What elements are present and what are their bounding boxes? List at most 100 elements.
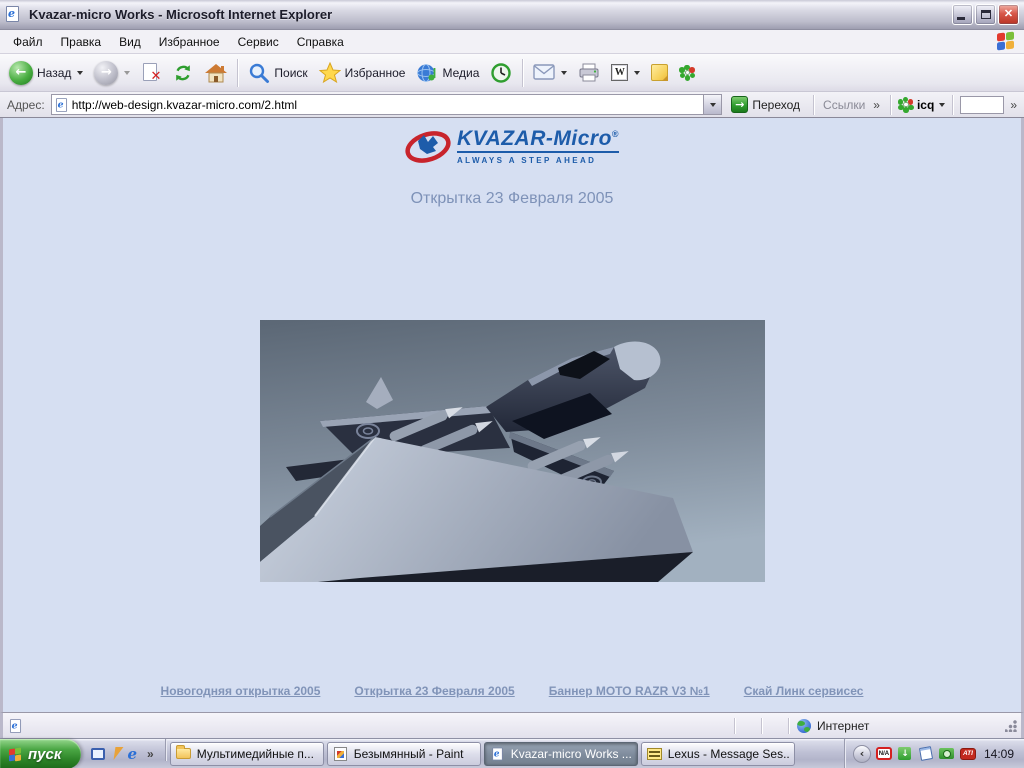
stop-button[interactable]: ✕ [136, 59, 166, 87]
paint-icon [333, 746, 349, 762]
address-url[interactable]: http://web-design.kvazar-micro.com/2.htm… [72, 98, 700, 112]
start-label: пуск [28, 745, 62, 763]
edit-with-word-button[interactable]: W [606, 61, 645, 84]
forward-dropdown-icon[interactable] [124, 70, 131, 75]
page-content: KVAZAR-Micro® ALWAYS A STEP AHEAD Открыт… [0, 118, 1024, 712]
logo-wordmark: KVAZAR-Micro® [456, 128, 620, 153]
minimize-button[interactable] [952, 4, 973, 25]
windows-flag-icon [996, 31, 1016, 56]
icq-dropdown-icon[interactable] [939, 102, 946, 107]
tray-collapse-icon[interactable]: ‹ [852, 744, 871, 763]
task-kvazar-ie[interactable]: e Kvazar-micro Works ... [483, 741, 638, 766]
back-button[interactable]: ← Назад [4, 58, 88, 88]
history-button[interactable] [485, 59, 517, 87]
winamp-icon[interactable] [108, 747, 124, 760]
history-icon [490, 62, 512, 84]
menu-bar: Файл Правка Вид Избранное Сервис Справка [0, 30, 1024, 54]
task-buttons: Мультимедийные п... Безымянный - Paint e… [168, 739, 844, 768]
security-zone: Интернет [791, 718, 1001, 733]
refresh-button[interactable] [167, 59, 199, 87]
go-arrow-icon: → [731, 96, 749, 113]
taskbar: пуск e » Мультимедийные п... Безымянный … [0, 738, 1024, 768]
link-moto-banner[interactable]: Баннер MOTO RAZR V3 №1 [549, 684, 710, 698]
menu-file[interactable]: Файл [4, 32, 52, 52]
links-label[interactable]: Ссылки [821, 98, 867, 112]
system-tray: ‹ N/A ↓ ATI 14:09 [843, 739, 1024, 768]
go-button[interactable]: → Переход [725, 94, 806, 115]
addressbar-separator [952, 94, 954, 115]
media-label: Медиа [442, 65, 480, 80]
forward-button[interactable]: → [89, 58, 135, 88]
page-title: Открытка 23 Февраля 2005 [410, 190, 614, 207]
stop-icon: ✕ [141, 62, 161, 84]
mail-dropdown-icon[interactable] [561, 70, 568, 75]
task-paint[interactable]: Безымянный - Paint [326, 741, 481, 766]
status-separator [761, 717, 762, 734]
status-pane [764, 717, 786, 735]
menu-edit[interactable]: Правка [52, 32, 111, 52]
standard-toolbar: ← Назад → ✕ Поиск Избранное Медиа W [0, 54, 1024, 92]
task-multimedia-folder[interactable]: Мультимедийные п... [169, 741, 324, 766]
mail-button[interactable] [528, 59, 572, 87]
favorites-button[interactable]: Избранное [314, 59, 411, 87]
address-bar: Адрес: e http://web-design.kvazar-micro.… [0, 92, 1024, 118]
addressbar-overflow-icon[interactable]: » [1007, 98, 1020, 112]
icq-search-input[interactable] [960, 95, 1005, 114]
search-button[interactable]: Поиск [243, 59, 312, 87]
links-overflow-icon[interactable]: » [870, 98, 883, 112]
print-button[interactable] [573, 59, 605, 87]
address-input[interactable]: e http://web-design.kvazar-micro.com/2.h… [50, 94, 723, 115]
search-icon [248, 62, 270, 84]
maximize-button[interactable] [975, 4, 996, 25]
download-tray-icon[interactable]: ↓ [897, 746, 913, 762]
media-button[interactable]: Медиа [411, 59, 484, 87]
icq-label[interactable]: icq [917, 98, 934, 112]
notes-tray-icon[interactable] [918, 746, 934, 762]
browser-window: e Kvazar-micro Works - Microsoft Interne… [0, 0, 1024, 738]
titlebar[interactable]: e Kvazar-micro Works - Microsoft Interne… [0, 0, 1024, 30]
messenger-icon [651, 64, 669, 81]
page-icon: e [55, 97, 67, 112]
logo-tagline: ALWAYS A STEP AHEAD [456, 156, 597, 165]
camera-tray-icon[interactable] [939, 746, 955, 762]
link-sky-link[interactable]: Скай Линк сервисес [744, 684, 864, 698]
start-button[interactable]: пуск [0, 739, 82, 768]
ie-quick-launch-icon[interactable]: e [127, 746, 137, 761]
printer-icon [578, 62, 600, 84]
menu-favorites[interactable]: Избранное [150, 32, 229, 52]
close-button[interactable]: ✕ [998, 4, 1019, 25]
home-button[interactable] [200, 59, 232, 87]
forward-icon: → [94, 60, 119, 85]
icq-toolbar-button[interactable] [674, 62, 700, 84]
toolbar-separator [237, 58, 239, 87]
link-feb23-card[interactable]: Открытка 23 Февраля 2005 [354, 684, 514, 698]
quick-launch-overflow-icon[interactable]: » [144, 747, 157, 761]
link-new-year-card[interactable]: Новогодняя открытка 2005 [161, 684, 321, 698]
ie-app-icon: e [6, 5, 24, 24]
quick-launch-app-icon[interactable] [91, 747, 106, 760]
resize-grip[interactable] [1005, 719, 1018, 732]
message-icon [647, 746, 663, 762]
back-dropdown-icon[interactable] [77, 70, 84, 75]
home-icon [205, 62, 228, 84]
postcard-image [259, 320, 765, 582]
toolbar-separator [522, 58, 524, 87]
edit-dropdown-icon[interactable] [634, 70, 641, 75]
status-separator [788, 717, 789, 734]
window-title: Kvazar-micro Works - Microsoft Internet … [29, 7, 333, 22]
address-dropdown-button[interactable] [703, 95, 722, 114]
menu-view[interactable]: Вид [110, 32, 150, 52]
icq-flower-icon [897, 96, 914, 113]
status-main: e [6, 718, 732, 734]
menu-tools[interactable]: Сервис [229, 32, 288, 52]
icq-na-tray-icon[interactable]: N/A [875, 746, 892, 762]
ati-tray-icon[interactable]: ATI [959, 746, 976, 762]
footer-links: Новогодняя открытка 2005 Открытка 23 Фев… [161, 684, 864, 698]
kvazar-logo[interactable]: KVAZAR-Micro® ALWAYS A STEP AHEAD [405, 128, 620, 166]
task-lexus-message[interactable]: Lexus - Message Ses... [640, 741, 795, 766]
icq-flower-icon [679, 64, 696, 81]
media-icon [416, 62, 438, 84]
messenger-button[interactable] [646, 61, 673, 84]
menu-help[interactable]: Справка [288, 32, 353, 52]
favorites-label: Избранное [344, 65, 406, 80]
